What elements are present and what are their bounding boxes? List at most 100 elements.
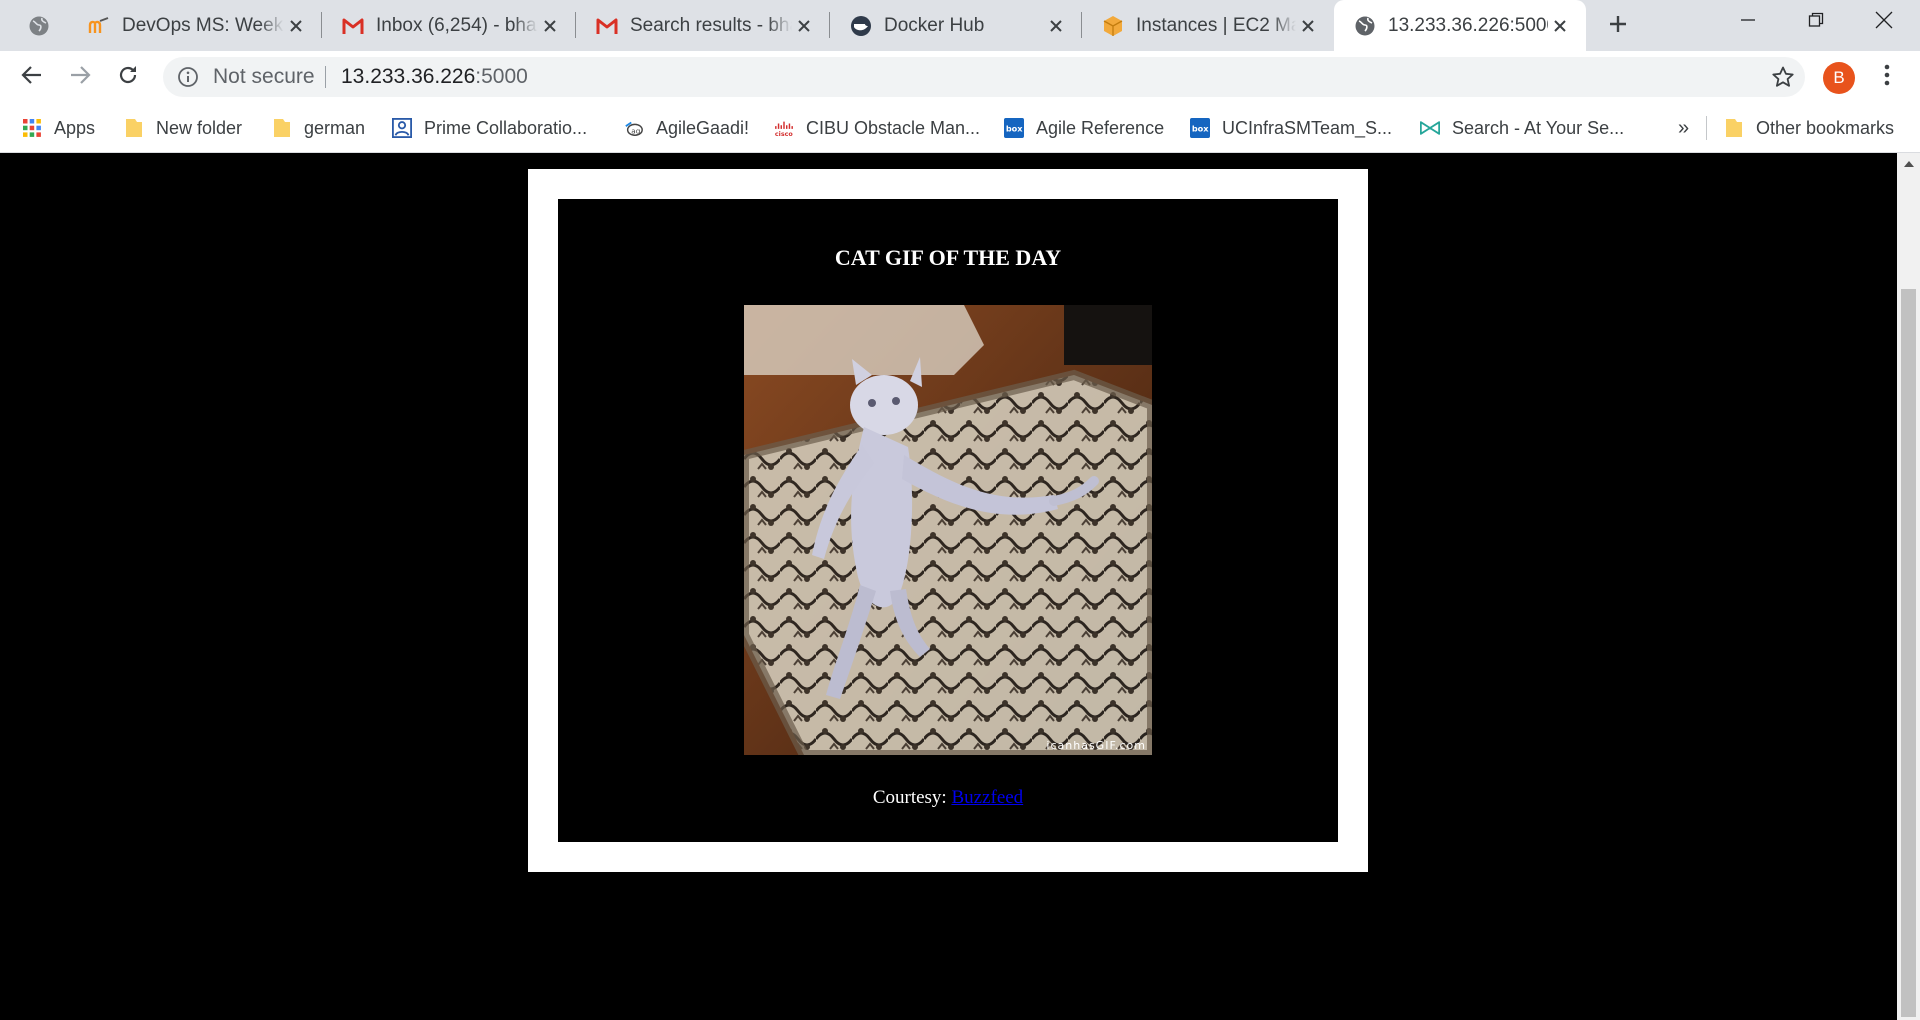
tab-strip: DevOps MS: Week 8 Inbox (6,254) - bhar S… [0,0,1920,51]
bookmark-label: CIBU Obstacle Man... [806,117,981,138]
tab-search-results[interactable]: Search results - bha [576,0,830,51]
tab-title: 13.233.36.226:5000 [1388,14,1548,36]
star-icon[interactable] [1771,65,1795,89]
page-title: CAT GIF OF THE DAY [834,245,1062,270]
close-icon[interactable] [538,14,562,38]
tab-pinned[interactable] [0,0,64,51]
menu-button[interactable] [1872,62,1902,92]
reload-button[interactable] [108,57,148,97]
scrollbar-thumb[interactable] [1901,289,1916,1017]
minimize-button[interactable] [1714,0,1782,44]
folder-icon [124,118,144,138]
cisco-icon: cisco [774,118,794,138]
bookmark-other[interactable]: Other bookmarks [1724,103,1894,153]
tab-devops[interactable]: DevOps MS: Week 8 [68,0,322,51]
moodle-icon [88,15,110,37]
page-scrollbar[interactable] [1897,153,1920,1020]
bookmarks-overflow-button[interactable]: » [1678,103,1689,153]
scroll-up-button[interactable] [1897,153,1920,175]
bookmark-search-at-your-service[interactable]: Search - At Your Se... [1420,103,1624,153]
bookmark-agile-reference[interactable]: box Agile Reference [1004,103,1164,153]
restore-button[interactable] [1782,0,1850,44]
prime-collab-icon [392,118,412,138]
content-panel: CAT GIF OF THE DAY icanhasGIF.com Courte… [558,199,1338,842]
close-window-button[interactable] [1850,0,1918,44]
bookmark-label: Other bookmarks [1756,117,1895,138]
apps-grid-icon [22,118,42,138]
globe-icon [28,15,50,37]
cat-gif-image: icanhasGIF.com [744,305,1152,755]
bookmark-apps[interactable]: Apps [22,103,95,153]
buzzfeed-link[interactable]: Buzzfeed [951,787,1023,808]
bookmark-label: UCInfraSMTeam_S... [1222,117,1393,138]
bookmark-prime-collaboration[interactable]: Prime Collaboratio... [392,103,587,153]
profile-avatar[interactable]: B [1823,62,1855,94]
courtesy-line: Courtesy: Buzzfeed [558,787,1338,809]
bookmark-ucinfra[interactable]: box UCInfraSMTeam_S... [1190,103,1392,153]
reload-icon [117,64,139,91]
folder-icon [272,118,292,138]
search-service-icon [1420,118,1440,138]
arrow-right-icon [69,64,91,91]
bookmark-label: german [304,117,366,138]
url-port: :5000 [475,65,528,88]
url-host: 13.233.36.226 [341,65,476,88]
close-icon [1875,11,1893,34]
close-icon[interactable] [792,14,816,38]
svg-text:box: box [1006,124,1023,134]
content-frame: CAT GIF OF THE DAY icanhasGIF.com Courte… [528,169,1368,872]
security-status[interactable]: Not secure [213,65,315,89]
gmail-icon [342,15,364,37]
info-icon[interactable] [177,66,199,88]
image-watermark: icanhasGIF.com [1046,739,1146,752]
docker-icon [850,15,872,37]
plus-icon [1608,14,1628,39]
forward-button[interactable] [60,57,100,97]
tab-title: Docker Hub [884,14,985,36]
bookmark-label: New folder [156,117,243,138]
restore-icon [1808,12,1824,33]
aws-icon [1102,15,1124,37]
bookmark-label: Agile Reference [1036,117,1165,138]
new-tab-button[interactable] [1600,8,1636,44]
bookmark-german[interactable]: german [272,103,365,153]
tab-title: Search results - bha [630,14,792,36]
tab-title: Instances | EC2 Man [1136,14,1296,36]
agilegaadi-icon: ag [624,118,644,138]
bookmarks-divider [1706,116,1707,140]
web-page: CAT GIF OF THE DAY icanhasGIF.com Courte… [0,153,1897,1020]
back-button[interactable] [12,57,52,97]
bookmark-label: Search - At Your Se... [1452,117,1625,138]
browser-toolbar: Not secure 13.233.36.226:5000 B [0,51,1920,103]
svg-text:box: box [1192,124,1209,134]
svg-text:cisco: cisco [775,131,794,138]
minimize-icon [1740,12,1756,33]
more-vertical-icon [1884,64,1890,91]
bookmark-new-folder[interactable]: New folder [124,103,242,153]
address-bar[interactable]: Not secure 13.233.36.226:5000 [163,57,1805,97]
globe-icon [1354,15,1376,37]
folder-icon [1724,118,1744,138]
box-icon: box [1190,118,1210,138]
bookmark-label: Apps [54,117,96,138]
tab-inbox[interactable]: Inbox (6,254) - bhar [322,0,576,51]
url-text[interactable]: 13.233.36.226:5000 [341,65,528,89]
close-icon[interactable] [1044,14,1068,38]
bookmark-agilegaadi[interactable]: ag AgileGaadi! [624,103,749,153]
tab-title: Inbox (6,254) - bhar [376,14,538,36]
close-icon[interactable] [1296,14,1320,38]
tab-ec2-instances[interactable]: Instances | EC2 Man [1082,0,1334,51]
arrow-left-icon [21,64,43,91]
svg-text:ag: ag [631,126,640,135]
bookmark-label: AgileGaadi! [656,117,750,138]
caret-up-icon [1903,155,1914,173]
bookmark-cibu[interactable]: cisco CIBU Obstacle Man... [774,103,980,153]
courtesy-label: Courtesy: [872,787,947,808]
close-icon[interactable] [284,14,308,38]
tab-active-site[interactable]: 13.233.36.226:5000 [1334,0,1586,51]
tab-title: DevOps MS: Week 8 [122,14,284,36]
gmail-icon [596,15,618,37]
tab-docker-hub[interactable]: Docker Hub [830,0,1082,51]
close-icon[interactable] [1548,14,1572,38]
box-icon: box [1004,118,1024,138]
